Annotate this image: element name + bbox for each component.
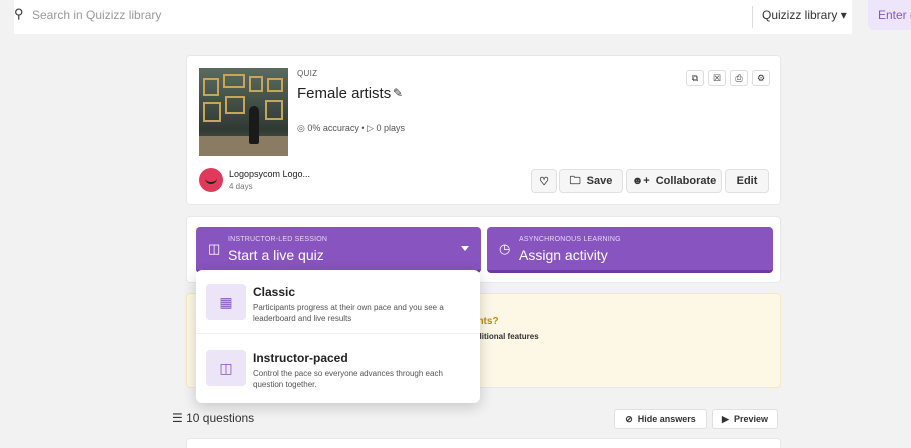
questions-count: ☰ 10 questions — [172, 411, 254, 425]
add-user-icon: ☻+ — [631, 175, 650, 187]
eye-off-icon: ⊘ — [625, 413, 633, 424]
divider — [752, 6, 753, 28]
save-button[interactable]: 🗀 Save — [559, 169, 623, 193]
search-bar[interactable]: ⚲ Search in Quizizz library Quizizz libr… — [14, 0, 852, 34]
pencil-icon[interactable]: ✎ — [393, 86, 403, 100]
hide-answers-button[interactable]: ⊘ Hide answers — [614, 409, 707, 429]
assign-title: Assign activity — [519, 247, 608, 263]
questions-count-label: 10 questions — [186, 411, 255, 425]
collaborate-label: Collaborate — [655, 175, 717, 187]
enter-code-button[interactable]: Enter c — [868, 0, 911, 30]
library-select[interactable]: Quizizz library ▾ — [762, 8, 847, 22]
top-bar: ⚲ Search in Quizizz library Quizizz libr… — [0, 0, 911, 34]
presentation-icon: ◫ — [208, 241, 221, 256]
collaborate-button[interactable]: ☻+ Collaborate — [626, 169, 722, 193]
clock-icon: ◷ — [499, 241, 511, 256]
assign-activity-button[interactable]: ◷ ASYNCHRONOUS LEARNING Assign activity — [487, 227, 773, 273]
edit-label: Edit — [736, 175, 758, 187]
option-description: Participants progress at their own pace … — [253, 303, 444, 323]
accuracy-text: 0% accuracy — [307, 123, 359, 133]
option-title: Instructor-paced — [253, 351, 348, 365]
mode-option-instructor-paced[interactable]: ◫ Instructor-paced Control the pace so e… — [196, 336, 480, 400]
hide-answers-label: Hide answers — [637, 414, 696, 424]
presentation-icon: ◫ — [206, 350, 246, 386]
author-time: 4 days — [229, 182, 253, 191]
quiz-tools: ⧉ ☒ ⎙ ⚙ — [686, 70, 770, 86]
trash-icon[interactable]: ☒ — [708, 70, 726, 86]
quiz-thumbnail — [199, 68, 288, 156]
print-icon[interactable]: ⎙ — [730, 70, 748, 86]
option-description: Control the pace so everyone advances th… — [253, 369, 443, 389]
library-select-label: Quizizz library — [762, 8, 838, 22]
option-title: Classic — [253, 285, 296, 299]
leaderboard-icon: ▦ — [206, 284, 246, 320]
quiz-stats: ◎ 0% accuracy • ▷ 0 plays — [297, 123, 405, 134]
avatar[interactable] — [199, 168, 223, 192]
save-label: Save — [586, 175, 613, 187]
mode-option-classic[interactable]: ▦ Classic Participants progress at their… — [196, 270, 480, 334]
quiz-card: QUIZ Female artists ✎ ◎ 0% accuracy • ▷ … — [186, 55, 781, 205]
quiz-type-label: QUIZ — [297, 69, 318, 78]
live-session-title: Start a live quiz — [228, 247, 324, 263]
quiz-title: Female artists — [297, 85, 392, 102]
favorite-button[interactable]: ♡ — [531, 169, 557, 193]
search-input[interactable]: Search in Quizizz library — [32, 8, 161, 22]
author-name[interactable]: Logopsycom Logo... — [229, 169, 310, 179]
chevron-down-icon[interactable] — [461, 246, 469, 251]
preview-label: Preview — [733, 414, 768, 424]
live-quiz-mode-dropdown: ▦ Classic Participants progress at their… — [196, 270, 480, 403]
edit-button[interactable]: Edit — [725, 169, 769, 193]
info-features: dditional features — [472, 332, 539, 341]
list-icon: ☰ — [172, 411, 183, 425]
start-live-quiz-button[interactable]: ◫ INSTRUCTOR-LED SESSION Start a live qu… — [196, 227, 481, 273]
chevron-down-icon: ▾ — [840, 8, 847, 22]
heart-icon: ♡ — [539, 175, 549, 188]
settings-icon[interactable]: ⚙ — [752, 70, 770, 86]
copy-icon[interactable]: ⧉ — [686, 70, 704, 86]
search-icon: ⚲ — [14, 6, 24, 21]
async-label: ASYNCHRONOUS LEARNING — [519, 236, 621, 243]
folder-icon: 🗀 — [569, 174, 581, 187]
preview-button[interactable]: ▶ Preview — [712, 409, 778, 429]
live-session-label: INSTRUCTOR-LED SESSION — [228, 236, 328, 243]
play-icon: ▶ — [722, 413, 729, 424]
target-icon: ◎ — [297, 123, 305, 133]
question-card — [186, 438, 781, 448]
play-icon: ▷ — [367, 123, 374, 133]
plays-text: 0 plays — [376, 123, 406, 133]
